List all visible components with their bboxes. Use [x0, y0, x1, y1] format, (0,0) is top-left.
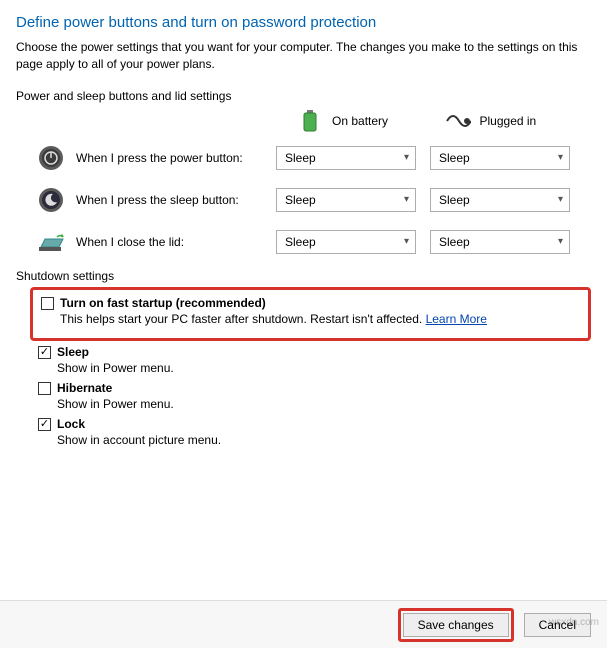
hibernate-checkbox[interactable] — [38, 382, 51, 395]
section-label-shutdown: Shutdown settings — [16, 269, 591, 283]
chevron-down-icon: ▾ — [558, 194, 563, 205]
plugged-in-label: Plugged in — [480, 114, 537, 128]
fast-startup-checkbox[interactable] — [41, 297, 54, 310]
fast-startup-label: Turn on fast startup (recommended) — [60, 296, 266, 310]
close-lid-battery-value: Sleep — [285, 235, 316, 249]
hibernate-desc: Show in Power menu. — [57, 397, 591, 411]
chevron-down-icon: ▾ — [558, 236, 563, 247]
footer-bar: Save changes Cancel — [0, 600, 607, 648]
save-changes-button[interactable]: Save changes — [403, 613, 509, 637]
learn-more-link[interactable]: Learn More — [426, 312, 487, 326]
lock-checkbox[interactable]: ✓ — [38, 418, 51, 431]
laptop-lid-icon — [36, 227, 66, 257]
row-close-lid: When I close the lid: Sleep ▾ Sleep ▾ — [36, 227, 591, 257]
power-button-label: When I press the power button: — [76, 151, 276, 165]
sleep-button-icon — [36, 185, 66, 215]
plug-icon — [444, 109, 472, 133]
sleep-checkbox[interactable]: ✓ — [38, 346, 51, 359]
chevron-down-icon: ▾ — [404, 236, 409, 247]
fast-startup-desc: This helps start your PC faster after sh… — [60, 312, 422, 326]
lock-label: Lock — [57, 417, 85, 431]
power-button-icon — [36, 143, 66, 173]
cancel-button[interactable]: Cancel — [524, 613, 591, 637]
power-button-plugged-value: Sleep — [439, 151, 470, 165]
power-button-battery-dropdown[interactable]: Sleep ▾ — [276, 146, 416, 170]
close-lid-label: When I close the lid: — [76, 235, 276, 249]
power-button-plugged-dropdown[interactable]: Sleep ▾ — [430, 146, 570, 170]
sleep-desc: Show in Power menu. — [57, 361, 591, 375]
sleep-label: Sleep — [57, 345, 89, 359]
sleep-button-battery-dropdown[interactable]: Sleep ▾ — [276, 188, 416, 212]
lock-desc: Show in account picture menu. — [57, 433, 591, 447]
chevron-down-icon: ▾ — [404, 152, 409, 163]
chevron-down-icon: ▾ — [404, 194, 409, 205]
hibernate-label: Hibernate — [57, 381, 112, 395]
sleep-button-label: When I press the sleep button: — [76, 193, 276, 207]
on-battery-label: On battery — [332, 114, 388, 128]
battery-icon — [296, 109, 324, 133]
close-lid-plugged-dropdown[interactable]: Sleep ▾ — [430, 230, 570, 254]
sleep-button-plugged-dropdown[interactable]: Sleep ▾ — [430, 188, 570, 212]
sleep-button-plugged-value: Sleep — [439, 193, 470, 207]
close-lid-battery-dropdown[interactable]: Sleep ▾ — [276, 230, 416, 254]
power-button-battery-value: Sleep — [285, 151, 316, 165]
highlight-save: Save changes — [398, 608, 514, 642]
section-label-power-sleep: Power and sleep buttons and lid settings — [16, 89, 591, 103]
sleep-button-battery-value: Sleep — [285, 193, 316, 207]
page-title: Define power buttons and turn on passwor… — [16, 14, 591, 31]
close-lid-plugged-value: Sleep — [439, 235, 470, 249]
chevron-down-icon: ▾ — [558, 152, 563, 163]
page-description: Choose the power settings that you want … — [16, 39, 591, 73]
row-power-button: When I press the power button: Sleep ▾ S… — [36, 143, 591, 173]
highlight-fast-startup: Turn on fast startup (recommended) This … — [30, 287, 591, 341]
row-sleep-button: When I press the sleep button: Sleep ▾ S… — [36, 185, 591, 215]
column-headers: On battery Plugged in — [296, 109, 591, 133]
